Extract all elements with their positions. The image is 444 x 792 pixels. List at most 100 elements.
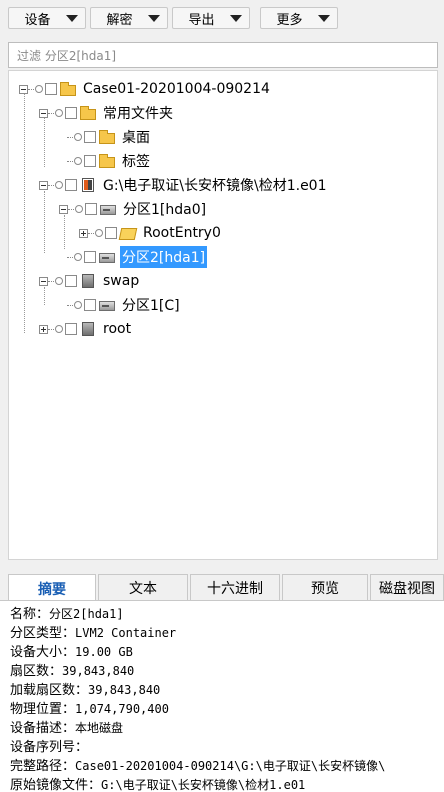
filter-input[interactable]: 过滤 分区2[hda1] [8,42,438,68]
export-menu-button[interactable]: 导出 [172,7,250,29]
collapse-icon[interactable] [39,108,48,118]
summary-key: 设备序列号： [10,740,89,755]
radio-icon[interactable] [74,253,82,261]
summary-key: 分区类型： [10,626,76,641]
radio-icon[interactable] [74,133,82,141]
chevron-down-icon [230,14,242,22]
disk-icon [80,274,96,288]
summary-physical-position: 物理位置：1,074,790,400 [10,698,169,717]
tree-node-evidence[interactable]: G:\电子取证\长安杯镜像\检材1.e01 [39,175,329,195]
summary-description: 设备描述：本地磁盘 [10,717,123,736]
tree-node-swap[interactable]: swap [39,271,141,291]
tree-connector [48,328,54,330]
toolbar: 设备 解密 导出 更多 [0,0,444,34]
summary-key: 原始镜像文件： [10,778,102,792]
summary-serial: 设备序列号： [10,736,89,755]
tree-node-label: 常用文件夹 [103,106,173,122]
summary-value: Case01-20201004-090214\G:\电子取证\长安杯镜像\ [75,759,386,773]
tree-connector [64,215,65,249]
more-menu-label: 更多 [276,12,303,28]
summary-key: 物理位置： [10,702,76,717]
folder-icon [99,130,115,144]
folder-icon [99,154,115,168]
radio-icon[interactable] [95,229,103,237]
checkbox[interactable] [45,83,57,95]
checkbox[interactable] [65,323,77,335]
expand-icon[interactable] [39,324,48,334]
tree-node-partition1[interactable]: 分区1[hda0] [59,199,208,219]
checkbox[interactable] [84,155,96,167]
radio-icon[interactable] [35,85,43,93]
tree-connector [67,160,73,162]
drive-icon [100,202,116,216]
collapse-icon[interactable] [39,180,48,190]
tab-text[interactable]: 文本 [98,574,188,601]
checkbox[interactable] [65,107,77,119]
tree-connector [48,112,54,114]
summary-value: 39,843,840 [62,664,135,678]
tab-disk-view[interactable]: 磁盘视图 [370,574,444,601]
tree-node-swap-partition[interactable]: 分区1[C] [67,295,182,315]
tab-hex[interactable]: 十六进制 [190,574,280,601]
tree-connector [28,88,34,90]
decrypt-menu-button[interactable]: 解密 [90,7,168,29]
checkbox[interactable] [84,299,96,311]
summary-key: 名称： [10,607,50,622]
tree-node-tags[interactable]: 标签 [67,151,152,171]
folder-icon [60,82,76,96]
checkbox[interactable] [65,179,77,191]
collapse-icon[interactable] [39,276,48,286]
tab-summary[interactable]: 摘要 [8,574,96,602]
tree-node-label: root [103,321,132,337]
tree-connector [48,280,54,282]
tree-connector [44,191,45,253]
chevron-down-icon [148,14,160,22]
chevron-down-icon [318,14,330,22]
tree-node-rootentry[interactable]: RootEntry0 [79,223,223,243]
radio-icon[interactable] [55,109,63,117]
summary-value: LVM2 Container [75,626,177,640]
checkbox[interactable] [65,275,77,287]
summary-value: 39,843,840 [88,683,161,697]
tree-node-label: 分区1[hda0] [123,202,207,218]
summary-value: 19.00 GB [75,645,133,659]
tab-preview[interactable]: 预览 [282,574,368,601]
export-menu-label: 导出 [188,12,215,28]
tree-node-partition2[interactable]: 分区2[hda1] [67,246,208,268]
summary-key: 设备描述： [10,721,76,736]
summary-type: 分区类型：LVM2 Container [10,622,177,641]
radio-icon[interactable] [75,205,83,213]
summary-value: G:\电子取证\长安杯镜像\检材1.e01 [101,778,306,792]
tree-node-case[interactable]: Case01-20201004-090214 [19,79,272,99]
summary-original-image: 原始镜像文件：G:\电子取证\长安杯镜像\检材1.e01 [10,774,305,792]
tree-node-desktop[interactable]: 桌面 [67,127,152,147]
collapse-icon[interactable] [59,204,68,214]
tree-node-label: Case01-20201004-090214 [83,81,270,97]
tree-connector [67,256,73,258]
tree-node-label: 分区1[C] [122,298,180,314]
more-menu-button[interactable]: 更多 [260,7,338,29]
tree-node-common-folders[interactable]: 常用文件夹 [39,103,175,123]
device-menu-button[interactable]: 设备 [8,7,86,29]
chevron-down-icon [66,14,78,22]
tree-node-root[interactable]: root [39,319,133,339]
checkbox[interactable] [84,131,96,143]
checkbox[interactable] [84,251,96,263]
disk-icon [80,322,96,336]
radio-icon[interactable] [55,325,63,333]
expand-icon[interactable] [79,228,88,238]
checkbox[interactable] [85,203,97,215]
disk-image-icon [80,178,96,192]
summary-key: 设备大小： [10,645,76,660]
folder-icon [80,106,96,120]
summary-value: 1,074,790,400 [75,702,169,716]
drive-icon [99,298,115,312]
radio-icon[interactable] [55,277,63,285]
radio-icon[interactable] [74,301,82,309]
collapse-icon[interactable] [19,84,28,94]
radio-icon[interactable] [74,157,82,165]
summary-size: 设备大小：19.00 GB [10,641,133,660]
radio-icon[interactable] [55,181,63,189]
tree-connector [67,304,73,306]
checkbox[interactable] [105,227,117,239]
